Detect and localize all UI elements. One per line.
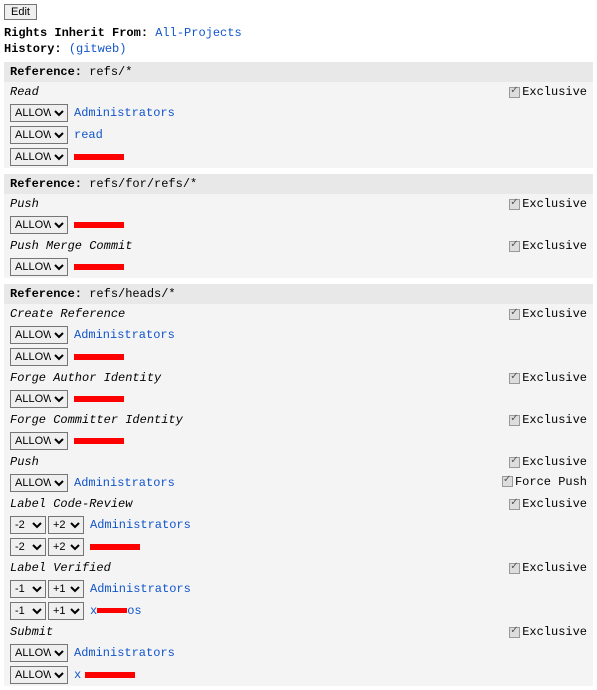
group-link-redacted[interactable] [74, 354, 124, 360]
group-link-redacted[interactable] [85, 672, 135, 678]
reference-header: Reference: refs/heads/* [4, 284, 593, 304]
checkbox-icon [509, 373, 520, 384]
permission-title: Label VerifiedExclusive [4, 558, 593, 578]
action-select[interactable]: ALLOW [10, 326, 68, 344]
permission-title: Create ReferenceExclusive [4, 304, 593, 324]
checkbox-icon [502, 476, 513, 487]
rights-inherit-link[interactable]: All-Projects [155, 26, 241, 40]
exclusive-flag: Exclusive [509, 497, 587, 511]
max-vote-select[interactable]: +1 [48, 602, 84, 620]
group-link[interactable]: Administrators [74, 106, 175, 120]
exclusive-flag: Exclusive [509, 85, 587, 99]
checkbox-icon [509, 309, 520, 320]
action-select[interactable]: ALLOW [10, 666, 68, 684]
checkbox-icon [509, 499, 520, 510]
min-vote-select[interactable]: -1 [10, 580, 46, 598]
permission-row: ALLOW [4, 388, 593, 410]
group-link[interactable]: Administrators [90, 582, 191, 596]
history-label: History: [4, 42, 62, 56]
permission-row: ALLOW Administrators Force Push [4, 472, 593, 494]
group-link-redacted[interactable] [74, 396, 124, 402]
permission-row: ALLOW [4, 346, 593, 368]
permission-title: Label Code-ReviewExclusive [4, 494, 593, 514]
exclusive-flag: Exclusive [509, 413, 587, 427]
permission-row: ALLOWx [4, 664, 593, 686]
permission-title: Push Merge CommitExclusive [4, 236, 593, 256]
max-vote-select[interactable]: +1 [48, 580, 84, 598]
action-select[interactable]: ALLOW [10, 216, 68, 234]
history-line: History: (gitweb) [4, 42, 593, 56]
permission-row: -2+2 [4, 536, 593, 558]
group-link-redacted[interactable] [90, 544, 140, 550]
permission-row: -1+1 xos [4, 600, 593, 622]
permission-row: -2+2 Administrators [4, 514, 593, 536]
permission-row: -1+1 Administrators [4, 578, 593, 600]
exclusive-flag: Exclusive [509, 625, 587, 639]
history-link[interactable]: (gitweb) [69, 42, 127, 56]
exclusive-flag: Exclusive [509, 455, 587, 469]
force-push-flag: Force Push [502, 475, 587, 489]
checkbox-icon [509, 563, 520, 574]
permission-row: ALLOW [4, 430, 593, 452]
action-select[interactable]: ALLOW [10, 474, 68, 492]
permission-row: ALLOW Administrators [4, 102, 593, 124]
rights-inherit-label: Rights Inherit From: [4, 26, 148, 40]
checkbox-icon [509, 415, 520, 426]
permission-title: PushExclusive [4, 452, 593, 472]
group-link[interactable]: Administrators [74, 476, 175, 490]
permission-row: ALLOW Administrators [4, 324, 593, 346]
action-select[interactable]: ALLOW [10, 432, 68, 450]
exclusive-flag: Exclusive [509, 197, 587, 211]
action-select[interactable]: ALLOW [10, 390, 68, 408]
max-vote-select[interactable]: +2 [48, 516, 84, 534]
permission-title: PushExclusive [4, 194, 593, 214]
action-select[interactable]: ALLOW [10, 126, 68, 144]
group-link[interactable]: Administrators [74, 646, 175, 660]
group-link[interactable]: Administrators [90, 518, 191, 532]
checkbox-icon [509, 199, 520, 210]
permission-row: ALLOW Administrators [4, 642, 593, 664]
group-link[interactable]: xos [90, 604, 142, 618]
edit-button[interactable]: Edit [4, 4, 37, 20]
exclusive-flag: Exclusive [509, 239, 587, 253]
action-select[interactable]: ALLOW [10, 348, 68, 366]
checkbox-icon [509, 87, 520, 98]
checkbox-icon [509, 457, 520, 468]
rights-inherit-line: Rights Inherit From: All-Projects [4, 26, 593, 40]
group-link[interactable]: read [74, 128, 103, 142]
action-select[interactable]: ALLOW [10, 104, 68, 122]
min-vote-select[interactable]: -2 [10, 538, 46, 556]
permission-title: SubmitExclusive [4, 622, 593, 642]
reference-header: Reference: refs/* [4, 62, 593, 82]
permission-title: Forge Author IdentityExclusive [4, 368, 593, 388]
permission-row: ALLOW [4, 214, 593, 236]
permission-row: ALLOW [4, 146, 593, 168]
permission-row: ALLOW [4, 256, 593, 278]
group-link-redacted[interactable] [74, 222, 124, 228]
exclusive-flag: Exclusive [509, 371, 587, 385]
group-link-redacted[interactable] [74, 154, 124, 160]
exclusive-flag: Exclusive [509, 307, 587, 321]
group-link[interactable]: Administrators [74, 328, 175, 342]
min-vote-select[interactable]: -2 [10, 516, 46, 534]
action-select[interactable]: ALLOW [10, 148, 68, 166]
group-link-redacted[interactable] [74, 264, 124, 270]
permission-title: Forge Committer IdentityExclusive [4, 410, 593, 430]
permission-title: ReadExclusive [4, 82, 593, 102]
reference-header: Reference: refs/for/refs/* [4, 174, 593, 194]
checkbox-icon [509, 627, 520, 638]
checkbox-icon [509, 241, 520, 252]
action-select[interactable]: ALLOW [10, 258, 68, 276]
group-link-redacted[interactable] [74, 438, 124, 444]
min-vote-select[interactable]: -1 [10, 602, 46, 620]
permission-row: ALLOW read [4, 124, 593, 146]
max-vote-select[interactable]: +2 [48, 538, 84, 556]
action-select[interactable]: ALLOW [10, 644, 68, 662]
